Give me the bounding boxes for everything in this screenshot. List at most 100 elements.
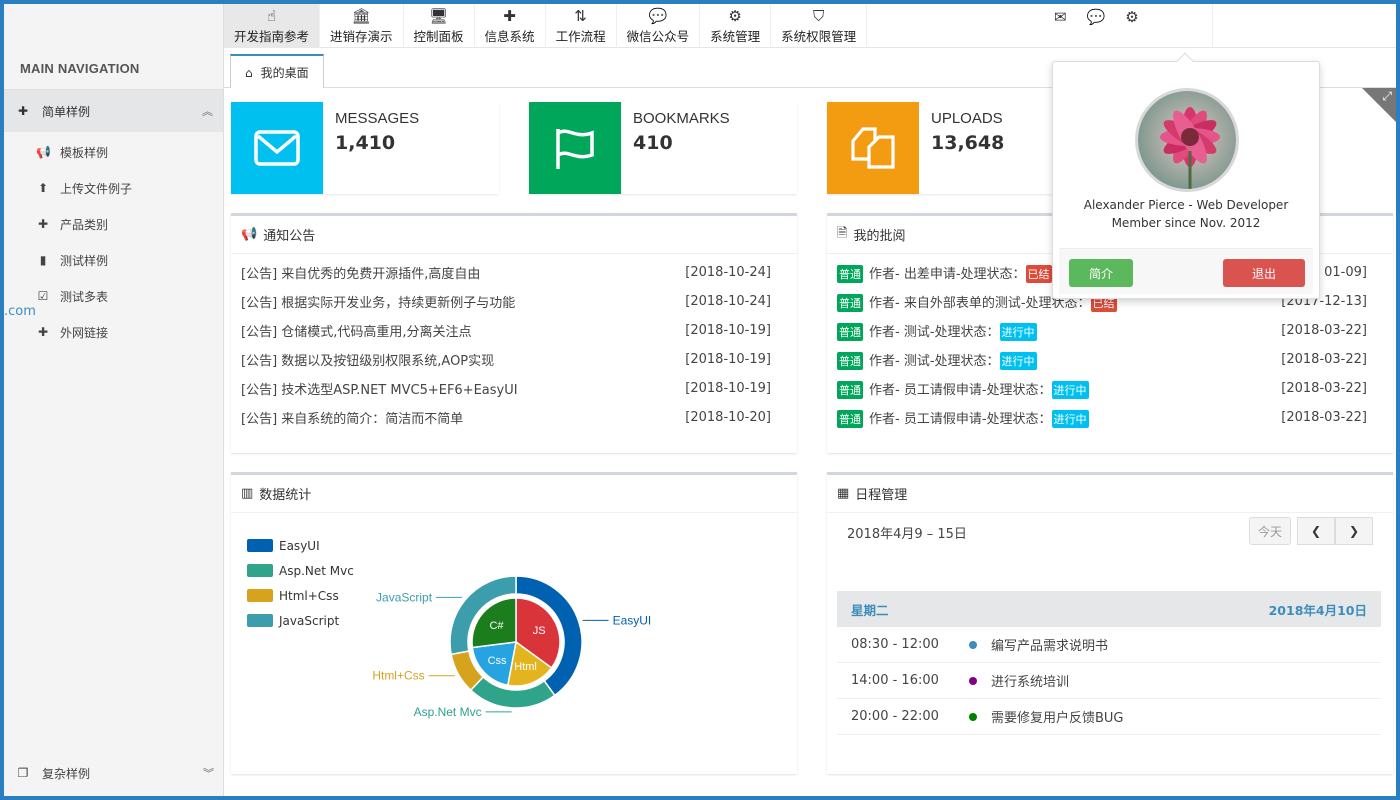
event-title: 需要修复用户反馈BUG — [991, 711, 1124, 726]
shield-icon: ⛉ — [812, 7, 825, 25]
event-row[interactable]: 20:00 - 22:00 需要修复用户反馈BUG — [837, 699, 1381, 735]
notice-date: [2018-10-19] — [685, 352, 771, 367]
notice-row[interactable]: [公告] 来自系统的简介：简洁而不简单 [2018-10-20] — [231, 403, 797, 432]
menu-label: 控制面板 — [413, 29, 464, 44]
menu-inventory[interactable]: 🏛 进销存演示 — [320, 4, 404, 48]
envelope-icon[interactable]: ✉ — [1054, 8, 1067, 26]
menu-label: 进销存演示 — [330, 29, 393, 44]
top-menu: ☝ 开发指南参考 🏛 进销存演示 🖥 控制面板 ✚ 信息系统 ⇅ 工作流程 💬 微信公众号 … — [224, 4, 1396, 48]
calendar-controls: 今天 ❮ ❯ — [1248, 517, 1373, 545]
priority-badge: 普通 — [837, 409, 863, 428]
notice-date: [2018-10-24] — [685, 265, 771, 280]
sidebar-item-label: 模板样例 — [60, 145, 109, 160]
notice-row[interactable]: [公告] 根据实际开发业务，持续更新例子与功能 [2018-10-24] — [231, 287, 797, 316]
profile-button[interactable]: 简介 — [1069, 259, 1133, 287]
menu-info-system[interactable]: ✚ 信息系统 — [475, 4, 546, 48]
sidebar-group-complex[interactable]: ❐ 复杂样例 ︾ — [4, 760, 224, 786]
sidebar-item-test[interactable]: ▮ 测试样例 — [4, 242, 223, 278]
notice-row[interactable]: [公告] 来自优秀的免费开源插件,高度自由 [2018-10-24] — [231, 258, 797, 287]
today-button[interactable]: 今天 — [1248, 517, 1291, 545]
slice-label: C# — [489, 620, 504, 632]
status-badge: 已结 — [1025, 264, 1052, 283]
stat-value: 13,648 — [931, 132, 1005, 154]
book-icon: ▮ — [39, 253, 47, 267]
approval-row[interactable]: 普通 作者- 测试-处理状态： 进行中 [2018-03-22] — [827, 345, 1393, 374]
event-row[interactable]: 14:00 - 16:00 进行系统培训 — [837, 663, 1381, 699]
menu-dev-guide[interactable]: ☝ 开发指南参考 — [224, 4, 321, 48]
event-dot — [969, 640, 977, 649]
upload-icon: ⬆ — [37, 181, 49, 195]
approval-row[interactable]: 普通 作者- 员工请假申请-处理状态： 进行中 [2018-03-22] — [827, 403, 1393, 432]
sidebar-item-multi[interactable]: ☑ 测试多表 — [4, 278, 223, 314]
approval-row[interactable]: 普通 作者- 测试-处理状态： 进行中 [2018-03-22] — [827, 316, 1393, 345]
notice-date: [2018-10-24] — [685, 294, 771, 309]
next-button[interactable]: ❯ — [1335, 517, 1373, 545]
notice-row[interactable]: [公告] 数据以及按钮级别权限系统,AOP实现 [2018-10-19] — [231, 345, 797, 374]
notice-text: [公告] 根据实际开发业务，持续更新例子与功能 — [241, 296, 516, 311]
pie-chart: EasyUI Asp.Net Mvc Html+Css JavaScript JS Htm… — [372, 575, 651, 719]
status-badge: 进行中 — [1051, 409, 1089, 428]
notice-text: [公告] 仓储模式,代码高重用,分离关注点 — [241, 325, 472, 340]
day-header: 星期二 2018年4月10日 — [837, 591, 1381, 627]
copy-icon: ❐ — [17, 766, 29, 780]
user-popup: Alexander Pierce - Web Developer Member … — [1052, 52, 1320, 299]
sidebar-item-template[interactable]: 📢 模板样例 — [4, 134, 223, 170]
logout-button[interactable]: 退出 — [1223, 259, 1305, 287]
stat-label: UPLOADS — [931, 110, 1003, 127]
status-badge: 进行中 — [999, 322, 1037, 341]
user-info: Alexander Pierce - Web Developer Member … — [1053, 196, 1319, 232]
app-window: MAIN NAVIGATION ✚ 简单样例 ︽ 📢 模板样例 ⬆ 上传文件例子 ✚… — [4, 4, 1396, 796]
stat-bookmarks: BOOKMARKS 410 — [529, 102, 797, 194]
sidebar-group-simple[interactable]: ✚ 简单样例 ︽ — [4, 90, 223, 132]
sidebar: MAIN NAVIGATION ✚ 简单样例 ︽ 📢 模板样例 ⬆ 上传文件例子 ✚… — [4, 4, 224, 796]
slice-label: Asp.Net Mvc — [414, 705, 482, 719]
bullhorn-icon: 📢 — [36, 145, 51, 159]
menu-control-panel[interactable]: 🖥 控制面板 — [404, 4, 475, 48]
notice-panel: 📢 通知公告 [公告] 来自优秀的免费开源插件,高度自由 [2018-10-24] … — [231, 213, 797, 453]
stat-messages: MESSAGES 1,410 — [231, 102, 499, 194]
gears-icon[interactable]: ⚙ — [1125, 8, 1138, 26]
calendar-check-icon: ☑ — [37, 289, 49, 303]
envelope-icon — [231, 102, 323, 194]
member-since: Member since Nov. 2012 — [1111, 216, 1261, 230]
stat-value: 410 — [633, 132, 673, 154]
menu-wechat[interactable]: 💬 微信公众号 — [617, 4, 701, 48]
approval-text: 作者- 测试-处理状态： — [869, 353, 1000, 369]
notice-row[interactable]: [公告] 仓储模式,代码高重用,分离关注点 [2018-10-19] — [231, 316, 797, 345]
popup-footer: 简介 退出 — [1059, 248, 1313, 294]
sidebar-item-category[interactable]: ✚ 产品类别 — [4, 206, 223, 242]
top-icons: ✉ 💬 ⚙ — [1054, 8, 1139, 26]
avatar — [1135, 88, 1239, 192]
menu-system-manage[interactable]: ⚙ 系统管理 — [700, 4, 772, 48]
schedule-panel: ▦ 日程管理 2018年4月9 – 15日 今天 ❮ ❯ 星期二 2018年4月1… — [827, 472, 1393, 774]
event-dot — [969, 712, 977, 721]
panel-title: 我的批阅 — [853, 229, 906, 244]
priority-badge: 普通 — [837, 322, 863, 341]
event-row[interactable]: 08:30 - 12:00 编写产品需求说明书 — [837, 627, 1381, 663]
sidebar-item-label: 上传文件例子 — [60, 181, 133, 196]
top-menu-bar: ☝ 开发指南参考 🏛 进销存演示 🖥 控制面板 ✚ 信息系统 ⇅ 工作流程 💬 微信公众号 … — [224, 4, 1396, 48]
user-name: Alexander Pierce - Web Developer — [1083, 198, 1289, 212]
menu-permission[interactable]: ⛉ 系统权限管理 — [771, 4, 868, 48]
panel-header: ▥ 数据统计 — [231, 475, 797, 513]
prev-button[interactable]: ❮ — [1297, 517, 1335, 545]
priority-badge: 普通 — [837, 351, 863, 370]
comment-icon[interactable]: 💬 — [1087, 8, 1106, 26]
expand-icon[interactable]: ⤢ — [1382, 89, 1392, 104]
slice-label: JavaScript — [376, 590, 433, 604]
tab-my-desktop[interactable]: ⌂ 我的桌面 — [230, 54, 324, 89]
event-dot — [969, 676, 977, 685]
slice-label: JS — [533, 625, 546, 637]
sidebar-item-external[interactable]: ✚ 外网链接 — [4, 314, 223, 350]
approval-date: [2018-03-22] — [1281, 352, 1367, 367]
menu-workflow[interactable]: ⇅ 工作流程 — [546, 4, 617, 48]
notice-row[interactable]: [公告] 技术选型ASP.NET MVC5+EF6+EasyUI [2018-10… — [231, 374, 797, 403]
approval-date: [2018-03-22] — [1281, 381, 1367, 396]
puzzle-icon: ✚ — [17, 104, 29, 118]
event-title: 进行系统培训 — [991, 675, 1070, 690]
slice-label: Css — [488, 655, 507, 667]
approval-row[interactable]: 普通 作者- 员工请假申请-处理状态： 进行中 [2018-03-22] — [827, 374, 1393, 403]
chevron-right-icon: ❯ — [1348, 524, 1360, 538]
notice-list: [公告] 来自优秀的免费开源插件,高度自由 [2018-10-24] [公告] 根… — [231, 254, 797, 432]
sidebar-item-upload[interactable]: ⬆ 上传文件例子 — [4, 170, 223, 206]
